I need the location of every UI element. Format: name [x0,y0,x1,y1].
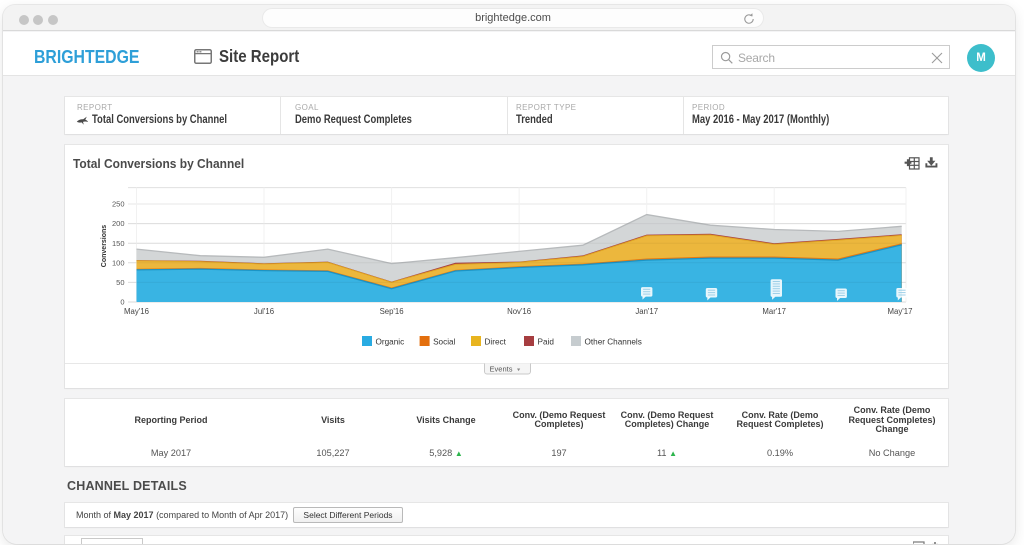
svg-text:0: 0 [120,298,124,307]
svg-text:Other Channels: Other Channels [585,338,642,347]
svg-text:Sep'16: Sep'16 [380,307,404,316]
svg-text:Organic: Organic [376,338,405,347]
svg-text:200: 200 [112,219,125,228]
svg-text:Direct: Direct [485,338,507,347]
svg-text:100: 100 [112,258,125,267]
svg-text:Social: Social [433,338,455,347]
svg-text:Jul'16: Jul'16 [254,307,274,316]
svg-text:Nov'16: Nov'16 [507,307,531,316]
svg-text:150: 150 [112,239,125,248]
svg-text:Events: Events [490,365,513,374]
svg-text:Jan'17: Jan'17 [635,307,658,316]
svg-text:250: 250 [112,200,125,209]
svg-text:Mar'17: Mar'17 [762,307,786,316]
svg-text:50: 50 [116,278,124,287]
svg-text:Conversions: Conversions [101,225,108,268]
svg-text:May'16: May'16 [124,307,149,316]
svg-text:Paid: Paid [538,338,555,347]
svg-text:May'17: May'17 [888,307,913,316]
